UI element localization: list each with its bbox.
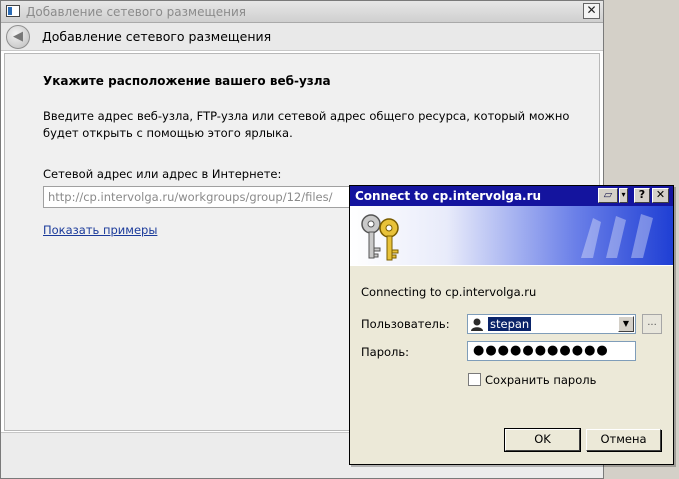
description-text: Введите адрес веб-узла, FTP-узла или сет… — [43, 109, 570, 140]
address-input[interactable]: http://cp.intervolga.ru/workgroups/group… — [43, 186, 365, 208]
language-bar-icon[interactable]: ▱ — [598, 188, 618, 203]
browse-users-button[interactable]: ... — [642, 314, 662, 334]
connect-dialog: Connect to cp.intervolga.ru ▱ ▾ ? ✕ Conn… — [349, 185, 674, 465]
save-password-checkbox[interactable] — [468, 373, 481, 386]
dialog-close-button[interactable]: ✕ — [652, 188, 669, 203]
cancel-button[interactable]: Отмена — [586, 429, 661, 451]
wizard-header-title: Добавление сетевого размещения — [42, 29, 272, 44]
user-icon — [471, 318, 483, 331]
keys-icon — [361, 214, 399, 261]
show-examples-link[interactable]: Показать примеры — [43, 223, 157, 237]
help-button[interactable]: ? — [634, 188, 650, 203]
keys-watermark-icon — [581, 214, 653, 258]
ok-button[interactable]: OK — [504, 428, 581, 452]
dialog-titlebar: Connect to cp.intervolga.ru ▱ ▾ ? ✕ — [350, 186, 673, 206]
back-arrow-icon[interactable]: ◀ — [6, 25, 30, 49]
section-heading: Укажите расположение вашего веб-узла — [43, 74, 331, 88]
username-combobox[interactable]: stepan ▼ — [467, 314, 636, 334]
dialog-banner — [350, 206, 673, 266]
password-label: Пароль: — [361, 345, 410, 359]
password-field[interactable]: ●●●●●●●●●●● — [467, 341, 636, 361]
wizard-window-title: Добавление сетевого размещения — [26, 5, 247, 19]
dialog-title: Connect to cp.intervolga.ru — [355, 189, 542, 203]
chevron-down-icon[interactable]: ▼ — [618, 316, 634, 332]
wizard-header: ◀ Добавление сетевого размещения — [1, 23, 603, 51]
address-label: Сетевой адрес или адрес в Интернете: — [43, 167, 282, 181]
save-password-label[interactable]: Сохранить пароль — [485, 373, 596, 387]
language-menu-icon[interactable]: ▾ — [619, 188, 628, 203]
wizard-titlebar: Добавление сетевого размещения ✕ — [1, 1, 603, 23]
window-icon — [6, 5, 20, 17]
username-value[interactable]: stepan — [488, 317, 532, 331]
connecting-text: Connecting to cp.intervolga.ru — [361, 285, 537, 299]
wizard-close-button[interactable]: ✕ — [583, 3, 600, 19]
username-label: Пользователь: — [361, 317, 450, 331]
